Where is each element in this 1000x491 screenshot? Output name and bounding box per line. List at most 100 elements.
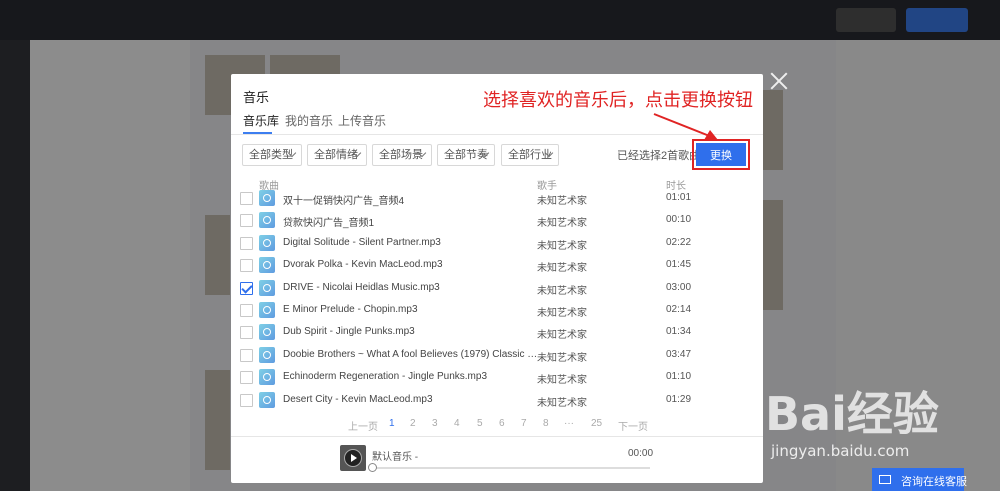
annotation-text: 选择喜欢的音乐后，点击更换按钮 bbox=[483, 90, 753, 111]
pagination-next[interactable]: 下一页 bbox=[618, 418, 648, 433]
song-checkbox[interactable] bbox=[240, 192, 253, 205]
music-note-icon bbox=[259, 346, 275, 363]
mail-icon bbox=[879, 475, 891, 484]
pagination-page[interactable]: 7 bbox=[521, 418, 527, 429]
song-name: 双十一促销快闪广告_音频4 bbox=[283, 196, 405, 207]
music-note-icon bbox=[259, 257, 275, 274]
song-name: Echinoderm Regeneration - Jingle Punks.m… bbox=[283, 371, 487, 383]
pagination-ellipsis: ··· bbox=[564, 418, 574, 429]
pagination-page[interactable]: 4 bbox=[454, 418, 460, 429]
song-duration: 01:29 bbox=[666, 393, 692, 405]
song-artist: 未知艺术家 bbox=[537, 375, 587, 387]
song-name: Doobie Brothers ~ What A fool Believes (… bbox=[283, 348, 538, 360]
song-duration: 02:22 bbox=[666, 236, 692, 248]
song-duration: 00:10 bbox=[666, 214, 692, 226]
song-checkbox[interactable] bbox=[240, 326, 253, 340]
watermark-logo: Bai经验 bbox=[765, 387, 939, 441]
tab-my-music[interactable]: 我的音乐 bbox=[285, 112, 333, 129]
table-row[interactable]: DRIVE - Nicolai Heidlas Music.mp3 未知艺术家 03… bbox=[231, 278, 763, 300]
pagination-page[interactable]: 2 bbox=[410, 418, 416, 429]
song-duration: 01:01 bbox=[666, 192, 692, 203]
song-name: Digital Solitude - Silent Partner.mp3 bbox=[283, 236, 441, 248]
pagination-page[interactable]: 5 bbox=[477, 418, 483, 429]
song-artist: 未知艺术家 bbox=[537, 352, 587, 364]
filter-tempo-select[interactable]: 全部节奏 bbox=[437, 144, 495, 166]
music-note-icon bbox=[259, 369, 275, 386]
annotation-arrow-icon bbox=[653, 113, 718, 140]
pagination-page-last[interactable]: 25 bbox=[591, 418, 602, 429]
song-artist: 未知艺术家 bbox=[537, 218, 587, 230]
table-row[interactable]: Doobie Brothers ~ What A fool Believes (… bbox=[231, 345, 763, 367]
online-support-label: 咨询在线客服 bbox=[901, 476, 967, 488]
song-duration: 03:00 bbox=[666, 281, 692, 293]
song-name: Dub Spirit - Jingle Punks.mp3 bbox=[283, 326, 415, 338]
music-note-icon bbox=[259, 234, 275, 251]
divider bbox=[231, 436, 763, 437]
song-name: 贷款快闪广告_音频1 bbox=[283, 218, 375, 230]
player-time: 00:00 bbox=[628, 448, 654, 459]
pagination-page[interactable]: 8 bbox=[543, 418, 549, 429]
song-artist: 未知艺术家 bbox=[537, 397, 587, 409]
tab-upload-music[interactable]: 上传音乐 bbox=[338, 112, 386, 129]
filter-label: 全部类型 bbox=[249, 149, 293, 161]
dialog-title: 音乐 bbox=[243, 90, 270, 105]
song-checkbox[interactable] bbox=[240, 304, 253, 317]
pagination-page[interactable]: 3 bbox=[432, 418, 438, 429]
filter-scene-select[interactable]: 全部场景 bbox=[372, 144, 432, 166]
song-checkbox[interactable] bbox=[240, 348, 253, 362]
table-row[interactable]: 贷款快闪广告_音频1 未知艺术家 00:10 bbox=[231, 210, 763, 232]
watermark: Bai经验 jingyan.baidu.com bbox=[765, 378, 975, 468]
tab-music-library[interactable]: 音乐库 bbox=[243, 112, 279, 129]
table-row[interactable]: 双十一促销快闪广告_音频4 未知艺术家 01:01 bbox=[231, 188, 763, 210]
song-duration: 01:45 bbox=[666, 259, 692, 271]
music-note-icon bbox=[259, 190, 275, 206]
table-row[interactable]: Desert City - Kevin MacLeod.mp3 未知艺术家 01:2… bbox=[231, 390, 763, 412]
song-duration: 01:34 bbox=[666, 326, 692, 338]
song-artist: 未知艺术家 bbox=[537, 285, 587, 297]
song-name: Desert City - Kevin MacLeod.mp3 bbox=[283, 393, 433, 405]
song-name: DRIVE - Nicolai Heidlas Music.mp3 bbox=[283, 281, 440, 293]
online-support-button[interactable]: 咨询在线客服 bbox=[872, 468, 967, 491]
table-row[interactable]: Dvorak Polka - Kevin MacLeod.mp3 未知艺术家 01:… bbox=[231, 255, 763, 277]
table-row[interactable]: Digital Solitude - Silent Partner.mp3 未知艺… bbox=[231, 233, 763, 255]
filter-type-select[interactable]: 全部类型 bbox=[242, 144, 302, 166]
close-icon[interactable] bbox=[770, 72, 788, 90]
player-title: 默认音乐 - bbox=[372, 452, 419, 463]
music-note-icon bbox=[259, 324, 275, 341]
progress-handle[interactable] bbox=[368, 463, 377, 472]
song-name: Dvorak Polka - Kevin MacLeod.mp3 bbox=[283, 259, 443, 271]
pagination: 上一页 1 2 3 4 5 6 7 8 ··· 25 下一页 bbox=[231, 418, 763, 433]
song-checkbox[interactable] bbox=[240, 371, 253, 385]
song-checkbox[interactable] bbox=[240, 236, 253, 250]
filter-mood-select[interactable]: 全部情绪 bbox=[307, 144, 367, 166]
song-artist: 未知艺术家 bbox=[537, 240, 587, 252]
pagination-page[interactable]: 6 bbox=[499, 418, 505, 429]
song-artist: 未知艺术家 bbox=[537, 263, 587, 275]
pagination-prev[interactable]: 上一页 bbox=[348, 418, 378, 433]
filter-industry-select[interactable]: 全部行业 bbox=[501, 144, 559, 166]
table-row[interactable]: Echinoderm Regeneration - Jingle Punks.m… bbox=[231, 367, 763, 389]
song-artist: 未知艺术家 bbox=[537, 196, 587, 207]
music-note-icon bbox=[259, 279, 275, 296]
watermark-url: jingyan.baidu.com bbox=[771, 442, 910, 460]
music-note-icon bbox=[259, 302, 275, 318]
filter-label: 全部情绪 bbox=[314, 149, 358, 161]
filter-label: 全部场景 bbox=[379, 149, 423, 161]
song-checkbox[interactable] bbox=[240, 393, 253, 407]
song-artist: 未知艺术家 bbox=[537, 308, 587, 319]
song-checkbox[interactable] bbox=[240, 281, 253, 295]
table-row[interactable]: E Minor Prelude - Chopin.mp3 未知艺术家 02:14 bbox=[231, 300, 763, 322]
song-duration: 03:47 bbox=[666, 348, 692, 360]
player-cover[interactable] bbox=[340, 445, 366, 471]
song-name: E Minor Prelude - Chopin.mp3 bbox=[283, 304, 418, 315]
song-checkbox[interactable] bbox=[240, 214, 253, 228]
song-duration: 01:10 bbox=[666, 371, 692, 383]
music-note-icon bbox=[259, 391, 275, 408]
song-checkbox[interactable] bbox=[240, 259, 253, 273]
song-duration: 02:14 bbox=[666, 304, 692, 315]
play-icon[interactable] bbox=[344, 449, 362, 467]
pagination-page[interactable]: 1 bbox=[389, 418, 395, 429]
player-progress-bar[interactable] bbox=[368, 463, 650, 472]
music-note-icon bbox=[259, 212, 275, 229]
table-row[interactable]: Dub Spirit - Jingle Punks.mp3 未知艺术家 01:34 bbox=[231, 322, 763, 344]
